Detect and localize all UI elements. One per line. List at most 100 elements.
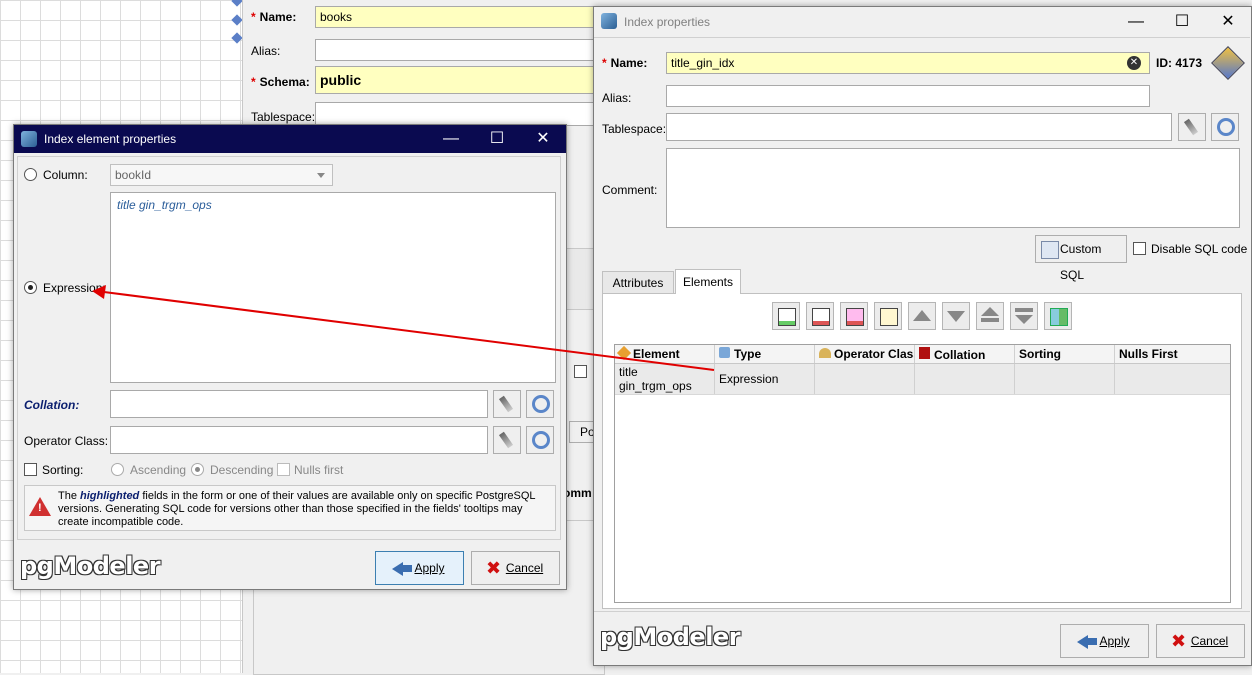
comment-label: Comment: xyxy=(602,183,658,197)
bg-schema-field[interactable]: public xyxy=(315,66,605,94)
nulls-first-checkbox[interactable] xyxy=(277,463,290,476)
sorting-label: Sorting: xyxy=(42,463,84,477)
descending-radio[interactable] xyxy=(191,463,204,476)
bg-checkbox[interactable] xyxy=(574,365,587,378)
element-cancel-button[interactable]: ✖ Cancel xyxy=(471,551,560,585)
column-select-value: bookId xyxy=(115,168,152,182)
tab-elements[interactable]: Elements xyxy=(675,269,741,294)
comment-input[interactable] xyxy=(666,148,1240,228)
cancel-x-icon: ✖ xyxy=(1171,631,1187,651)
opclass-icon xyxy=(819,348,831,358)
sorting-checkbox[interactable] xyxy=(24,463,37,476)
bg-alias-field[interactable] xyxy=(315,39,605,61)
broom-icon xyxy=(498,431,514,449)
column-select[interactable]: bookId xyxy=(110,164,333,186)
column-header-collation[interactable]: Collation xyxy=(915,345,1015,363)
elements-table[interactable]: Element Type Operator Class Collation So… xyxy=(614,344,1231,603)
object-id: ID: 4173 xyxy=(1156,56,1203,70)
column-label: Column: xyxy=(43,168,88,182)
move-bottom-button[interactable] xyxy=(1010,302,1038,330)
remove-element-button[interactable] xyxy=(806,302,834,330)
column-header-nulls-first[interactable]: Nulls First xyxy=(1115,345,1230,363)
element-properties-titlebar[interactable]: Index element properties — ☐ ✕ xyxy=(14,125,566,153)
bg-partial-tab[interactable]: omm xyxy=(563,486,592,500)
column-radio[interactable] xyxy=(24,168,37,181)
close-button[interactable]: ✕ xyxy=(1205,7,1251,37)
move-down-button[interactable] xyxy=(942,302,970,330)
apply-button[interactable]: Apply xyxy=(1060,624,1149,658)
clear-operator-class-button[interactable] xyxy=(493,426,521,454)
maximize-button[interactable]: ☐ xyxy=(1159,7,1205,37)
arrow-up-icon xyxy=(913,310,931,321)
bg-schema-label: * Schema: xyxy=(251,75,310,89)
select-collation-button[interactable] xyxy=(526,390,554,418)
element-pgmodeler-logo: pgModeler xyxy=(20,552,161,580)
clear-icon[interactable]: ✕ xyxy=(1127,56,1141,70)
chevron-down-icon xyxy=(317,173,325,178)
element-apply-button[interactable]: Apply xyxy=(375,551,464,585)
cancel-button[interactable]: ✖ Cancel xyxy=(1156,624,1245,658)
bg-name-label: * Name: xyxy=(251,10,297,24)
move-top-button[interactable] xyxy=(976,302,1004,330)
column-header-operator-class[interactable]: Operator Class xyxy=(815,345,915,363)
custom-sql-button[interactable]: Custom SQL xyxy=(1035,235,1127,282)
cell-type: Expression xyxy=(715,364,815,394)
move-bottom-icon xyxy=(1015,315,1033,324)
clear-tablespace-button[interactable] xyxy=(1178,113,1206,141)
type-icon xyxy=(719,347,730,358)
disable-sql-checkbox[interactable] xyxy=(1133,242,1146,255)
descending-label: Descending xyxy=(210,463,274,477)
element-apply-label: Apply xyxy=(414,561,445,575)
column-header-type[interactable]: Type xyxy=(715,345,815,363)
search-icon xyxy=(532,395,550,413)
window-title: Index properties xyxy=(624,15,711,29)
elements-toolbar xyxy=(772,302,1077,330)
operator-class-input[interactable] xyxy=(110,426,488,454)
apply-arrow-tail xyxy=(1087,638,1097,645)
tablespace-label: Tablespace: xyxy=(602,122,667,136)
bg-tablespace-field[interactable] xyxy=(315,102,605,126)
element-app-icon xyxy=(21,131,37,147)
bg-name-field[interactable]: books xyxy=(315,6,605,28)
disable-sql-label: Disable SQL code xyxy=(1151,242,1248,256)
cell-nulls-first xyxy=(1115,364,1230,394)
collation-input[interactable] xyxy=(110,390,488,418)
expression-input[interactable]: title gin_trgm_ops xyxy=(110,192,556,383)
apply-label: Apply xyxy=(1099,634,1130,648)
add-element-button[interactable] xyxy=(772,302,800,330)
table-row[interactable]: title gin_trgm_ops Expression xyxy=(615,364,1230,395)
cancel-x-icon: ✖ xyxy=(486,558,502,578)
minimize-button[interactable]: — xyxy=(1113,7,1159,37)
name-input[interactable]: title_gin_idx ✕ xyxy=(666,52,1150,74)
select-operator-class-button[interactable] xyxy=(526,426,554,454)
alias-input[interactable] xyxy=(666,85,1150,107)
remove-all-button[interactable] xyxy=(840,302,868,330)
move-bottom-icon-bar xyxy=(1015,308,1033,312)
elements-tab-panel: Element Type Operator Class Collation So… xyxy=(602,293,1242,609)
tab-attributes[interactable]: Attributes xyxy=(602,271,674,293)
element-close-button[interactable]: ✕ xyxy=(520,125,566,153)
column-header-element[interactable]: Element xyxy=(615,345,715,363)
move-up-button[interactable] xyxy=(908,302,936,330)
select-tablespace-button[interactable] xyxy=(1211,113,1239,141)
column-header-sorting[interactable]: Sorting xyxy=(1015,345,1115,363)
warning-icon-mark: ! xyxy=(38,502,42,514)
index-properties-window: Index properties — ☐ ✕ * Name: title_gin_… xyxy=(593,6,1252,666)
index-properties-titlebar[interactable]: Index properties — ☐ ✕ xyxy=(594,7,1251,37)
clear-rows-icon xyxy=(846,308,864,326)
column-header-operator-class-label: Operator Class xyxy=(834,347,915,361)
expression-radio[interactable] xyxy=(24,281,37,294)
edit-element-button[interactable] xyxy=(874,302,902,330)
element-minimize-button[interactable]: — xyxy=(428,125,474,153)
cell-collation xyxy=(915,364,1015,394)
tablespace-input[interactable] xyxy=(666,113,1172,141)
column-header-element-label: Element xyxy=(633,347,680,361)
clear-collation-button[interactable] xyxy=(493,390,521,418)
element-maximize-button[interactable]: ☐ xyxy=(474,125,520,153)
swap-button[interactable] xyxy=(1044,302,1072,330)
nulls-first-label: Nulls first xyxy=(294,463,344,477)
broom-icon xyxy=(1183,118,1199,136)
version-warning-box: ! The highlighted fields in the form or … xyxy=(24,485,556,531)
ascending-radio[interactable] xyxy=(111,463,124,476)
version-warning-text: The highlighted fields in the form or on… xyxy=(58,490,553,529)
